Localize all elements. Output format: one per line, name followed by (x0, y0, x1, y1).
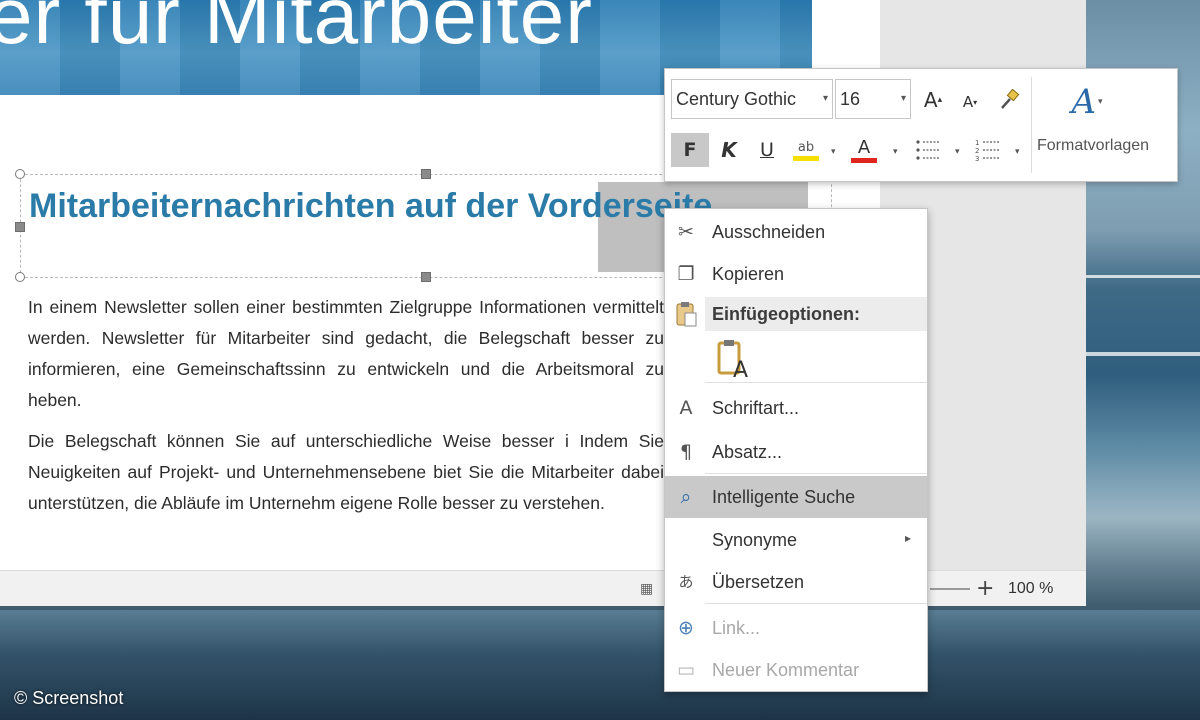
paragraph[interactable]: In einem Newsletter sollen einer bestimm… (28, 292, 664, 416)
menu-item-copy[interactable]: ❐ Kopieren (665, 253, 927, 295)
zoom-slider[interactable] (930, 588, 970, 590)
menu-item-label: Link... (712, 618, 761, 638)
menu-item-label: Intelligente Suche (712, 487, 856, 507)
zoom-level[interactable]: 100 % (1008, 580, 1053, 598)
chevron-down-icon[interactable]: ▾ (831, 147, 836, 157)
paste-text-only-icon: A (717, 340, 748, 383)
chevron-down-icon[interactable]: ▾ (901, 93, 906, 104)
scissors-icon: ✂ (678, 221, 694, 243)
menu-item-new-comment[interactable]: ▭ Neuer Kommentar (665, 649, 927, 691)
svg-text:2: 2 (975, 147, 979, 155)
resize-handle-left[interactable] (15, 222, 25, 232)
resize-handle-top-left[interactable] (15, 169, 25, 179)
svg-text:1: 1 (975, 139, 979, 147)
resize-handle-bottom[interactable] (421, 272, 431, 282)
svg-text:A: A (733, 358, 748, 379)
chevron-down-icon[interactable]: ▾ (955, 147, 960, 157)
numbered-list-icon: 1 2 3 (975, 139, 999, 162)
page-heading[interactable]: Mitarbeiternachrichten auf der Vordersei… (29, 187, 712, 226)
chevron-down-icon[interactable]: ▾ (1015, 147, 1020, 157)
menu-item-label: Schriftart... (712, 398, 800, 418)
wave-line (1085, 352, 1200, 356)
italic-label: K (721, 138, 737, 162)
underline-button[interactable]: U (751, 133, 783, 167)
banner-title: er für Mitarbeiter (0, 0, 593, 60)
menu-item-translate[interactable]: あ Übersetzen (665, 561, 927, 603)
styles-icon: A (1071, 82, 1097, 122)
italic-button[interactable]: K (713, 133, 745, 167)
clipboard-icon (673, 301, 699, 327)
wallpaper-shore (0, 610, 1200, 720)
menu-item-link[interactable]: ⊕ Link... (665, 607, 927, 649)
font-color-icon: A (857, 136, 871, 158)
resize-handle-top[interactable] (421, 169, 431, 179)
menu-item-label: Kopieren (712, 264, 785, 284)
format-painter-icon (1001, 89, 1020, 109)
menu-item-font[interactable]: A Schriftart... (665, 387, 927, 429)
smart-lookup-icon: ⌕ (680, 486, 692, 508)
svg-text:3: 3 (975, 155, 979, 162)
bullet-list-icon (916, 140, 939, 160)
read-mode-icon[interactable]: ▦ (640, 581, 660, 597)
paste-options-header: Einfügeoptionen: (705, 297, 927, 331)
paste-options-label: Einfügeoptionen: (712, 304, 860, 324)
highlight-color-swatch (793, 155, 819, 161)
font-name-value: Century Gothic (676, 89, 797, 109)
font-size-value: 16 (840, 89, 861, 109)
grow-font-icon: A (923, 88, 938, 112)
format-painter-button[interactable] (995, 85, 1023, 115)
paragraph-icon: ¶ (679, 441, 693, 463)
chevron-right-icon: ▸ (904, 531, 911, 545)
highlighter-icon: ab (797, 139, 815, 155)
menu-item-label: Synonyme (712, 530, 798, 550)
menu-item-paragraph[interactable]: ¶ Absatz... (665, 431, 927, 473)
styles-button[interactable]: A ▾ (1057, 75, 1117, 129)
context-menu: ✂ Ausschneiden ❐ Kopieren Einfügeoptione… (664, 208, 928, 692)
chevron-down-icon[interactable]: ▾ (893, 147, 898, 157)
font-color-swatch (851, 157, 877, 163)
grow-font-button[interactable]: A ▴ (919, 85, 947, 115)
menu-item-synonyms[interactable]: Synonyme ▸ (665, 519, 927, 561)
screenshot-watermark: © Screenshot (14, 688, 124, 708)
font-size-combo[interactable]: 16 ▾ (835, 79, 911, 119)
translate-icon: あ (678, 573, 694, 591)
resize-handle-bottom-left[interactable] (15, 272, 25, 282)
menu-separator (705, 473, 927, 474)
font-icon: A (679, 397, 693, 419)
copy-icon: ❐ (677, 263, 695, 285)
menu-item-cut[interactable]: ✂ Ausschneiden (665, 211, 927, 253)
zoom-in-button[interactable]: + (976, 576, 994, 601)
menu-separator (705, 603, 927, 604)
toolbar-divider (1031, 77, 1032, 173)
chevron-down-icon[interactable]: ▾ (823, 93, 828, 104)
menu-item-label: Ausschneiden (712, 222, 826, 242)
paste-keep-text-only-button[interactable]: A (715, 337, 755, 383)
font-name-combo[interactable]: Century Gothic ▾ (671, 79, 833, 119)
comment-icon: ▭ (677, 659, 695, 681)
font-color-button[interactable]: A (847, 133, 881, 167)
menu-item-smart-lookup[interactable]: ⌕ Intelligente Suche (665, 476, 927, 518)
bullets-button[interactable] (911, 133, 945, 167)
wave-line (1085, 275, 1200, 278)
bold-button[interactable]: F (671, 133, 709, 167)
body-text[interactable]: In einem Newsletter sollen einer bestimm… (28, 292, 664, 529)
underline-label: U (760, 139, 774, 161)
menu-item-label: Übersetzen (712, 572, 805, 592)
shrink-font-button[interactable]: A ▾ (957, 89, 983, 115)
numbering-button[interactable]: 1 2 3 (971, 133, 1005, 167)
shrink-font-icon: A (962, 93, 974, 111)
mini-toolbar: Century Gothic ▾ 16 ▾ A ▴ A ▾ A ▾ Formatvo… (664, 68, 1178, 182)
paragraph[interactable]: Die Belegschaft können Sie auf unterschi… (28, 426, 664, 519)
highlight-button[interactable]: ab (789, 133, 823, 167)
menu-separator (705, 382, 927, 383)
link-icon: ⊕ (678, 617, 694, 639)
menu-item-label: Neuer Kommentar (712, 660, 860, 680)
styles-label: Formatvorlagen (1037, 137, 1150, 154)
menu-item-label: Absatz... (712, 442, 783, 462)
bold-label: F (683, 139, 697, 161)
